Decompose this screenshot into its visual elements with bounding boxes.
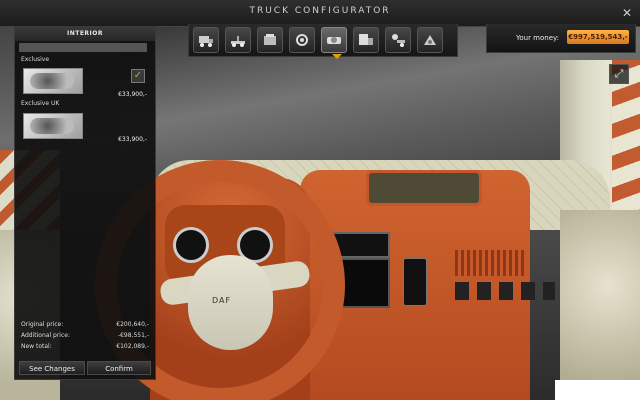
category-bar [188, 24, 458, 57]
air-vents [455, 250, 525, 276]
interior-icon [327, 37, 341, 44]
money-value: €997,519,543,- [567, 30, 629, 44]
confirm-button[interactable]: Confirm [87, 361, 151, 375]
console-storage [366, 170, 482, 206]
money-display: Your money: €997,519,543,- [486, 24, 636, 53]
original-price-value: €200,640,- [116, 321, 149, 328]
chassis-icon [199, 36, 213, 47]
original-price-row: Original price: €200,640,- [19, 321, 151, 332]
category-paint-button[interactable] [353, 27, 379, 53]
option-thumbnail [23, 113, 83, 139]
category-transmission-button[interactable] [289, 27, 315, 53]
category-chassis-button[interactable] [193, 27, 219, 53]
price-summary: Original price: €200,640,- Additional pr… [19, 321, 151, 354]
engine-icon [264, 34, 276, 45]
money-label: Your money: [516, 34, 560, 42]
panel-tab-strip [19, 43, 147, 52]
panel-title: INTERIOR [15, 27, 155, 41]
additional-price-value: -€98,551,- [117, 332, 149, 339]
original-price-label: Original price: [21, 321, 64, 328]
passenger-seat [560, 210, 640, 400]
corner-patch [555, 380, 640, 400]
group-label-exclusive-uk: Exclusive UK [21, 100, 60, 107]
option-price: €33,900,- [118, 91, 147, 98]
page-title: TRUCK CONFIGURATOR [249, 6, 391, 16]
additional-price-row: Additional price: -€98,551,- [19, 332, 151, 343]
transmission-icon [296, 34, 308, 46]
category-interior-button[interactable] [321, 27, 347, 53]
option-price: €33,900,- [118, 136, 147, 143]
active-category-indicator [332, 54, 342, 59]
category-accessories-button[interactable] [385, 27, 411, 53]
option-thumbnail [23, 68, 83, 94]
group-label-exclusive: Exclusive [21, 56, 50, 63]
options-panel: INTERIOR Exclusive ✓ €33,900,- Exclusive… [14, 26, 156, 380]
new-total-label: New total: [21, 343, 52, 350]
selected-check-icon: ✓ [131, 69, 145, 83]
new-total-value: €102,089,- [116, 343, 149, 350]
switch-panel [455, 282, 555, 300]
see-changes-button[interactable]: See Changes [19, 361, 85, 375]
paint-icon [359, 34, 373, 45]
category-engine-button[interactable] [257, 27, 283, 53]
additional-price-label: Additional price: [21, 332, 70, 339]
steering-wheel-logo: DAF [212, 296, 232, 305]
accessories-icon [392, 34, 405, 47]
close-icon[interactable]: ✕ [620, 6, 634, 20]
option-item-exclusive-uk[interactable]: €33,900,- [21, 112, 149, 146]
title-bar: TRUCK CONFIGURATOR ✕ [0, 0, 640, 27]
option-item-exclusive[interactable]: ✓ €33,900,- [21, 67, 149, 101]
cabin-icon [231, 36, 245, 47]
new-total-row: New total: €102,089,- [19, 343, 151, 354]
category-cabin-button[interactable] [225, 27, 251, 53]
tuning-icon [424, 35, 436, 45]
phone-holder [403, 258, 427, 306]
fullscreen-icon[interactable]: ⤢ [609, 64, 629, 84]
category-tuning-button[interactable] [417, 27, 443, 53]
